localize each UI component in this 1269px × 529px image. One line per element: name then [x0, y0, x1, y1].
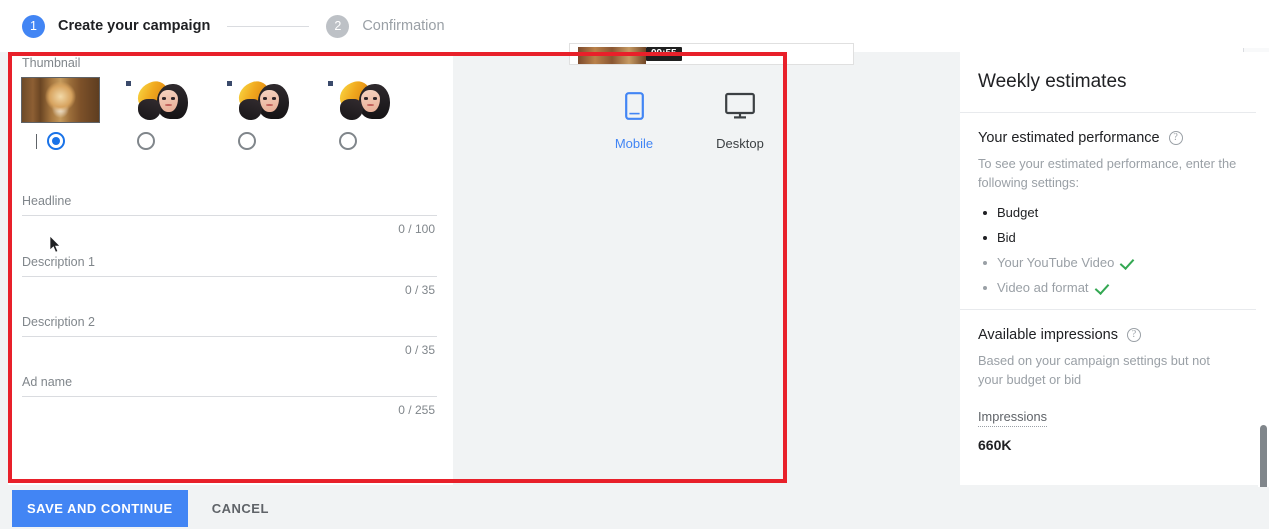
- ad-preview-panel: 09:55 Mobile Desktop: [453, 43, 1269, 485]
- thumbnail-section-label: Thumbnail: [22, 56, 81, 70]
- video-preview-thumbnail: [578, 47, 646, 64]
- thumbnail-image-4[interactable]: [325, 78, 402, 122]
- thumbnail-radio-cell-1[interactable]: [22, 132, 123, 150]
- page-body: Thumbnail Headline 0 / 100 Description 1…: [0, 43, 1269, 487]
- thumbnail-art: [224, 78, 301, 122]
- available-impressions-header: Available impressions ?: [978, 327, 1238, 343]
- description-1-label: Description 1: [22, 255, 95, 269]
- device-option-desktop[interactable]: Desktop: [709, 92, 771, 151]
- step-2-number: 2: [326, 14, 350, 38]
- device-preview-toggle: Mobile Desktop: [603, 92, 771, 151]
- device-option-mobile[interactable]: Mobile: [603, 92, 665, 151]
- thumbnail-section: Thumbnail: [8, 52, 453, 150]
- step-1-number: 1: [22, 14, 45, 38]
- ad-form-panel: Thumbnail Headline 0 / 100 Description 1…: [8, 52, 453, 485]
- description-1-field-group: Description 1 0 / 35: [8, 255, 453, 297]
- thumbnail-option[interactable]: [21, 77, 123, 123]
- video-duration-badge: 09:55: [646, 47, 682, 61]
- available-impressions-section: Available impressions ? Based on your ca…: [960, 310, 1256, 453]
- description-1-counter: 0 / 35: [404, 283, 435, 297]
- thumbnail-radio-3[interactable]: [238, 132, 256, 150]
- video-preview-card[interactable]: 09:55: [569, 43, 854, 65]
- estimated-performance-section: Your estimated performance ? To see your…: [960, 113, 1256, 295]
- available-impressions-description: Based on your campaign settings but not …: [978, 353, 1210, 387]
- thumbnail-art: [22, 78, 99, 122]
- cancel-button[interactable]: CANCEL: [206, 500, 275, 517]
- mobile-phone-icon: [624, 92, 644, 125]
- estimated-performance-heading: Your estimated performance: [978, 130, 1160, 146]
- ad-name-field-group: Ad name 0 / 255: [8, 375, 453, 417]
- stepper-step-2[interactable]: 2 Confirmation: [326, 14, 445, 38]
- thumbnail-radio-cell-3[interactable]: [224, 132, 325, 150]
- text-caret: [36, 133, 37, 149]
- description-2-counter: 0 / 35: [404, 343, 435, 357]
- thumbnail-radio-4[interactable]: [339, 132, 357, 150]
- thumbnail-corner-marker: [227, 81, 232, 86]
- headline-counter: 0 / 100: [398, 222, 435, 236]
- thumbnail-image-3[interactable]: [224, 78, 301, 122]
- thumbnail-options-row: [21, 77, 453, 123]
- thumbnail-art: [123, 78, 200, 122]
- weekly-estimates-title: Weekly estimates: [978, 71, 1127, 92]
- description-2-label: Description 2: [22, 315, 95, 329]
- setting-label: Video ad format: [997, 280, 1089, 295]
- available-impressions-heading: Available impressions: [978, 327, 1118, 343]
- thumbnail-option[interactable]: [224, 78, 325, 122]
- description-2-field-group: Description 2 0 / 35: [8, 315, 453, 357]
- thumbnail-image-1[interactable]: [21, 77, 100, 123]
- thumbnail-radio-1[interactable]: [47, 132, 65, 150]
- device-option-mobile-label: Mobile: [614, 136, 654, 151]
- required-settings-list: Budget Bid Your YouTube Video Video ad f…: [978, 205, 1238, 295]
- thumbnail-radio-row: [22, 132, 453, 150]
- thumbnail-radio-cell-4[interactable]: [325, 132, 426, 150]
- stepper-step-1[interactable]: 1 Create your campaign: [22, 14, 211, 38]
- page-scrollbar-thumb[interactable]: [1260, 425, 1267, 491]
- setting-label: Bid: [997, 230, 1016, 245]
- ad-name-label: Ad name: [22, 375, 73, 389]
- list-item: Bid: [978, 230, 1238, 245]
- thumbnail-corner-marker: [126, 81, 131, 86]
- thumbnail-image-2[interactable]: [123, 78, 200, 122]
- desktop-monitor-icon: [725, 92, 755, 125]
- list-item: Budget: [978, 205, 1238, 220]
- list-item: Video ad format: [978, 280, 1238, 295]
- thumbnail-radio-cell-2[interactable]: [123, 132, 224, 150]
- ad-name-counter: 0 / 255: [398, 403, 435, 417]
- thumbnail-option[interactable]: [123, 78, 224, 122]
- estimated-performance-description: To see your estimated performance, enter…: [978, 156, 1237, 190]
- thumbnail-option[interactable]: [325, 78, 426, 122]
- stepper-connector: [227, 25, 310, 27]
- checkmark-icon: [1122, 257, 1137, 268]
- form-actions-bar: SAVE AND CONTINUE CANCEL: [0, 487, 1269, 529]
- setting-label: Your YouTube Video: [997, 255, 1115, 270]
- step-2-label: Confirmation: [362, 18, 445, 34]
- setting-label: Budget: [997, 205, 1039, 220]
- thumbnail-art: [325, 78, 402, 122]
- save-and-continue-button[interactable]: SAVE AND CONTINUE: [12, 489, 188, 527]
- step-1-label: Create your campaign: [58, 18, 211, 34]
- headline-label: Headline: [22, 194, 72, 208]
- help-icon[interactable]: ?: [1168, 131, 1183, 145]
- headline-field-group: Headline 0 / 100: [8, 194, 453, 236]
- weekly-estimates-panel: Weekly estimates Your estimated performa…: [960, 52, 1256, 485]
- checkmark-icon: [1097, 282, 1112, 293]
- page-scrollbar[interactable]: [1258, 52, 1269, 529]
- impressions-metric-value: 660K: [978, 437, 1012, 453]
- help-icon[interactable]: ?: [1126, 328, 1141, 342]
- thumbnail-radio-2[interactable]: [137, 132, 155, 150]
- thumbnail-corner-marker: [328, 81, 333, 86]
- device-option-desktop-label: Desktop: [716, 136, 764, 151]
- list-item: Your YouTube Video: [978, 255, 1238, 270]
- impressions-metric-label[interactable]: Impressions: [978, 409, 1047, 427]
- estimated-performance-header: Your estimated performance ?: [978, 130, 1238, 146]
